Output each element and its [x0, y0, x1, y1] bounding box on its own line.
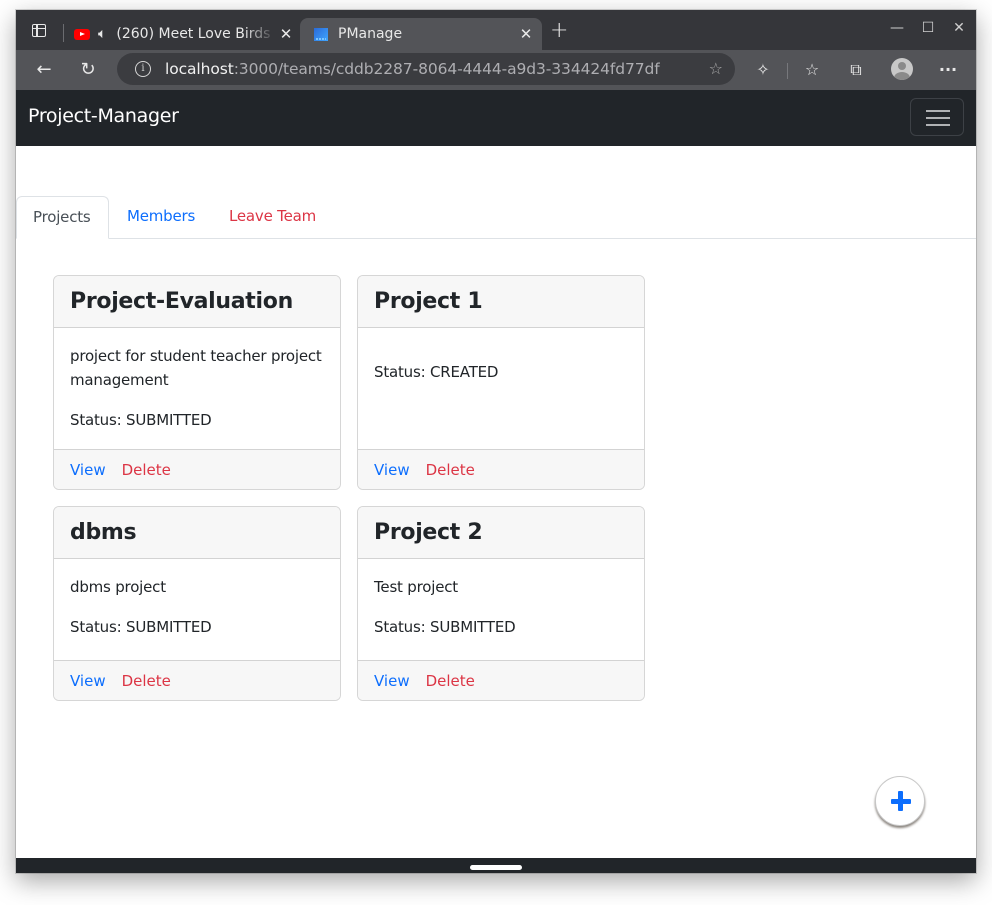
- card-header: dbms: [54, 507, 340, 559]
- browser-window: 🔈︎ (260) Meet Love Birds ✕ PManage ✕ + —…: [16, 10, 976, 873]
- tab-separator: [63, 24, 64, 42]
- project-status: Status: CREATED: [374, 363, 499, 381]
- card-body: Status: CREATED: [358, 328, 644, 449]
- pmanage-favicon-icon: [314, 27, 328, 41]
- project-description: dbms project: [70, 578, 166, 596]
- back-arrow-icon[interactable]: ←: [32, 58, 56, 82]
- tab-title: PManage: [338, 26, 403, 42]
- navbar-toggler-button[interactable]: [910, 98, 964, 136]
- view-project-link[interactable]: View: [70, 672, 106, 690]
- project-status: Status: SUBMITTED: [70, 411, 212, 429]
- url-path: :3000/teams/cddb2287-8064-4444-a9d3-3344…: [233, 60, 660, 78]
- delete-project-link[interactable]: Delete: [426, 672, 475, 690]
- new-tab-button[interactable]: +: [550, 20, 568, 42]
- hamburger-line: [926, 124, 950, 126]
- add-project-button[interactable]: [875, 776, 925, 826]
- card-footer: View Delete: [358, 660, 644, 700]
- maximize-icon[interactable]: ☐: [918, 20, 938, 36]
- navbar: Project-Manager: [16, 90, 976, 146]
- tab-title: (260) Meet Love Birds: [116, 26, 271, 42]
- card-footer: View Delete: [54, 660, 340, 700]
- youtube-icon: [74, 28, 90, 40]
- team-tabs: Projects Members Leave Team: [16, 196, 976, 239]
- tab-close-icon[interactable]: ✕: [276, 25, 296, 43]
- project-description: project for student teacher project mana…: [70, 347, 322, 389]
- tab-close-icon[interactable]: ✕: [516, 25, 536, 43]
- url-host: localhost: [165, 60, 234, 78]
- minimize-icon[interactable]: —: [887, 20, 907, 36]
- extensions-icon[interactable]: ✧: [752, 60, 774, 80]
- delete-project-link[interactable]: Delete: [122, 461, 171, 479]
- profile-avatar-icon[interactable]: [891, 58, 913, 80]
- delete-project-link[interactable]: Delete: [122, 672, 171, 690]
- card-body: project for student teacher project mana…: [54, 328, 340, 449]
- project-status: Status: SUBMITTED: [374, 618, 516, 636]
- delete-project-link[interactable]: Delete: [426, 461, 475, 479]
- tab-members[interactable]: Members: [111, 196, 211, 238]
- tab-actions-icon[interactable]: [32, 24, 46, 37]
- card-body: dbms project Status: SUBMITTED: [54, 559, 340, 660]
- card-header: Project 2: [358, 507, 644, 559]
- view-project-link[interactable]: View: [70, 461, 106, 479]
- tab-projects[interactable]: Projects: [16, 196, 109, 239]
- browser-tab-youtube[interactable]: 🔈︎ (260) Meet Love Birds ✕: [66, 18, 302, 50]
- project-title: Project 2: [374, 520, 483, 545]
- favorites-icon[interactable]: ☆: [801, 60, 823, 80]
- browser-tab-pmanage[interactable]: PManage ✕: [300, 18, 542, 50]
- site-info-icon[interactable]: i: [135, 61, 151, 77]
- address-bar[interactable]: i localhost:3000/teams/cddb2287-8064-444…: [117, 53, 735, 85]
- more-options-icon[interactable]: ···: [937, 60, 959, 80]
- card-body: Test project Status: SUBMITTED: [358, 559, 644, 660]
- page-content: Project-Manager Projects Members Leave T…: [16, 90, 976, 858]
- browser-toolbar: ← ↻ i localhost:3000/teams/cddb2287-8064…: [16, 50, 976, 90]
- navbar-brand[interactable]: Project-Manager: [28, 105, 179, 127]
- project-description: Test project: [374, 578, 458, 596]
- hamburger-line: [926, 117, 950, 119]
- window-close-icon[interactable]: ✕: [949, 20, 969, 36]
- project-title: dbms: [70, 520, 137, 545]
- project-card: dbms dbms project Status: SUBMITTED View…: [53, 506, 341, 701]
- bottom-bar: [16, 858, 976, 873]
- project-title: Project-Evaluation: [70, 289, 293, 314]
- toolbar-separator: [787, 63, 788, 79]
- reload-icon[interactable]: ↻: [76, 58, 100, 82]
- card-header: Project 1: [358, 276, 644, 328]
- collections-icon[interactable]: ⧉: [845, 60, 867, 80]
- project-card: Project 2 Test project Status: SUBMITTED…: [357, 506, 645, 701]
- hamburger-line: [926, 110, 950, 112]
- view-project-link[interactable]: View: [374, 672, 410, 690]
- add-favorite-icon[interactable]: ☆: [709, 59, 723, 78]
- project-status: Status: SUBMITTED: [70, 618, 212, 636]
- project-title: Project 1: [374, 289, 483, 314]
- tab-leave-team[interactable]: Leave Team: [213, 196, 332, 238]
- tab-strip: 🔈︎ (260) Meet Love Birds ✕ PManage ✕ + —…: [16, 10, 976, 50]
- url-text[interactable]: localhost:3000/teams/cddb2287-8064-4444-…: [165, 60, 660, 78]
- project-card: Project-Evaluation project for student t…: [53, 275, 341, 490]
- card-header: Project-Evaluation: [54, 276, 340, 328]
- plus-icon-bar: [891, 798, 911, 804]
- card-footer: View Delete: [54, 449, 340, 489]
- drag-handle[interactable]: [470, 865, 522, 870]
- view-project-link[interactable]: View: [374, 461, 410, 479]
- card-footer: View Delete: [358, 449, 644, 489]
- project-card: Project 1 Status: CREATED View Delete: [357, 275, 645, 490]
- speaker-icon[interactable]: 🔈︎: [98, 26, 106, 42]
